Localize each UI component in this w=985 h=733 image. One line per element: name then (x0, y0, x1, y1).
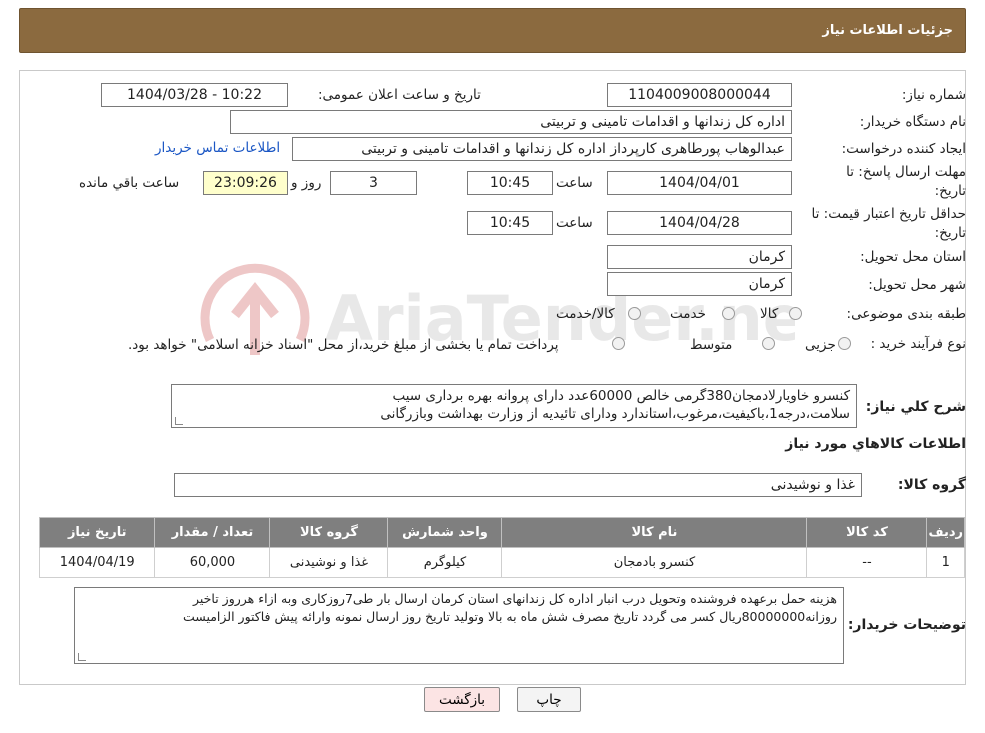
need-number-label: شماره نیاز: (901, 87, 966, 103)
description-textarea[interactable]: کنسرو خاویارلادمجان380گرمی خالص 60000عدد… (171, 384, 857, 428)
col-item-code: کد کالا (806, 517, 928, 548)
category-radio-goods-service[interactable] (628, 307, 641, 320)
description-label: شرح کلي نياز: (865, 399, 966, 415)
need-number-field: 1104009008000044 (607, 83, 792, 107)
cell-unit: کیلوگرم (387, 547, 503, 578)
validity-label-date: تاریخ: (934, 225, 966, 241)
description-line-2: سلامت،درجه1،باکیفیت،مرغوب،استاندارد ودار… (380, 406, 850, 422)
province-field: کرمان (607, 245, 792, 269)
days-field: 3 (330, 171, 417, 195)
days-label: روز و (291, 175, 322, 191)
items-table: ردیف کد کالا نام کالا واحد شمارش گروه کا… (38, 517, 965, 578)
creator-field: عبدالوهاب پورطاهری کارپرداز اداره کل زند… (292, 137, 792, 161)
buyer-contact-link[interactable]: اطلاعات تماس خریدار (155, 140, 280, 156)
deadline-time-label: ساعت (556, 175, 593, 191)
description-line-1: کنسرو خاویارلادمجان380گرمی خالص 60000عدد… (392, 388, 850, 404)
remaining-label: ساعت باقي مانده (79, 175, 180, 191)
col-item-name: نام کالا (501, 517, 808, 548)
category-label: طبقه بندی موضوعی: (846, 306, 966, 322)
process-radio-treasury[interactable] (612, 337, 625, 350)
col-group: گروه کالا (269, 517, 389, 548)
city-label: شهر محل تحویل: (868, 277, 966, 293)
remaining-time-field: 23:09:26 (203, 171, 288, 195)
buyer-notes-line-1: هزینه حمل برعهده فروشنده وتحویل درب انبا… (193, 591, 837, 606)
cell-need-date: 1404/04/19 (38, 547, 156, 578)
validity-date-field: 1404/04/28 (607, 211, 792, 235)
category-radio-service[interactable] (722, 307, 735, 320)
page-title: جزئیات اطلاعات نیاز (822, 23, 953, 38)
process-radio-minor[interactable] (838, 337, 851, 350)
process-radio-medium[interactable] (762, 337, 775, 350)
cell-quantity: 60,000 (154, 547, 271, 578)
resize-handle-icon[interactable] (78, 653, 86, 661)
cell-row-number: 1 (926, 547, 965, 578)
col-unit: واحد شمارش (387, 517, 503, 548)
announce-label: تاریخ و ساعت اعلان عمومی: (318, 87, 481, 103)
validity-label: حداقل تاریخ اعتبار قیمت: تا (811, 206, 966, 222)
col-quantity: تعداد / مقدار (154, 517, 271, 548)
category-option-goods-service: کالا/خدمت (556, 306, 615, 322)
print-button[interactable]: چاپ (517, 687, 581, 712)
goods-group-label: گروه کالا: (897, 477, 966, 493)
cell-item-code: -- (806, 547, 928, 578)
goods-group-field: غذا و نوشیدنی (174, 473, 862, 497)
deadline-label-date: تاریخ: (934, 183, 966, 199)
cell-group: غذا و نوشیدنی (269, 547, 389, 578)
buyer-org-field: اداره کل زندانها و اقدامات تامینی و تربی… (230, 110, 792, 134)
col-row-number: ردیف (926, 517, 965, 548)
process-option-minor: جزیی (805, 337, 836, 353)
validity-time-field: 10:45 (467, 211, 553, 235)
validity-time-label: ساعت (556, 215, 593, 231)
province-label: استان محل تحویل: (860, 249, 966, 265)
buyer-notes-textarea[interactable]: هزینه حمل برعهده فروشنده وتحویل درب انبا… (74, 587, 844, 664)
buyer-org-label: نام دستگاه خریدار: (859, 114, 966, 130)
category-option-service: خدمت (670, 306, 706, 322)
buyer-notes-label: توضیحات خریدار: (847, 617, 966, 633)
buyer-notes-line-2: روزانه80000000ریال کسر می گردد تاریخ مصر… (183, 609, 837, 624)
col-need-date: تاریخ نیاز (38, 517, 156, 548)
category-option-goods: کالا (760, 306, 779, 322)
deadline-date-field: 1404/04/01 (607, 171, 792, 195)
page-header: جزئیات اطلاعات نیاز (19, 8, 966, 53)
category-radio-goods[interactable] (789, 307, 802, 320)
deadline-label: مهلت ارسال پاسخ: تا (846, 164, 966, 180)
announce-field: 1404/03/28 - 10:22 (101, 83, 288, 107)
process-treasury-note: پرداخت تمام یا بخشی از مبلغ خرید،از محل … (128, 337, 559, 353)
process-label: نوع فرآیند خرید : (870, 336, 966, 352)
process-option-medium: متوسط (690, 337, 733, 353)
creator-label: ایجاد کننده درخواست: (841, 141, 966, 157)
deadline-time-field: 10:45 (467, 171, 553, 195)
table-row: 1 -- کنسرو بادمجان کیلوگرم غذا و نوشیدنی… (38, 547, 965, 578)
resize-handle-icon[interactable] (175, 417, 183, 425)
cell-item-name: کنسرو بادمجان (501, 547, 808, 578)
back-button[interactable]: بازگشت (424, 687, 500, 712)
city-field: کرمان (607, 272, 792, 296)
table-header-row: ردیف کد کالا نام کالا واحد شمارش گروه کا… (38, 517, 965, 548)
goods-section-title: اطلاعات کالاهاي مورد نياز (785, 436, 966, 452)
